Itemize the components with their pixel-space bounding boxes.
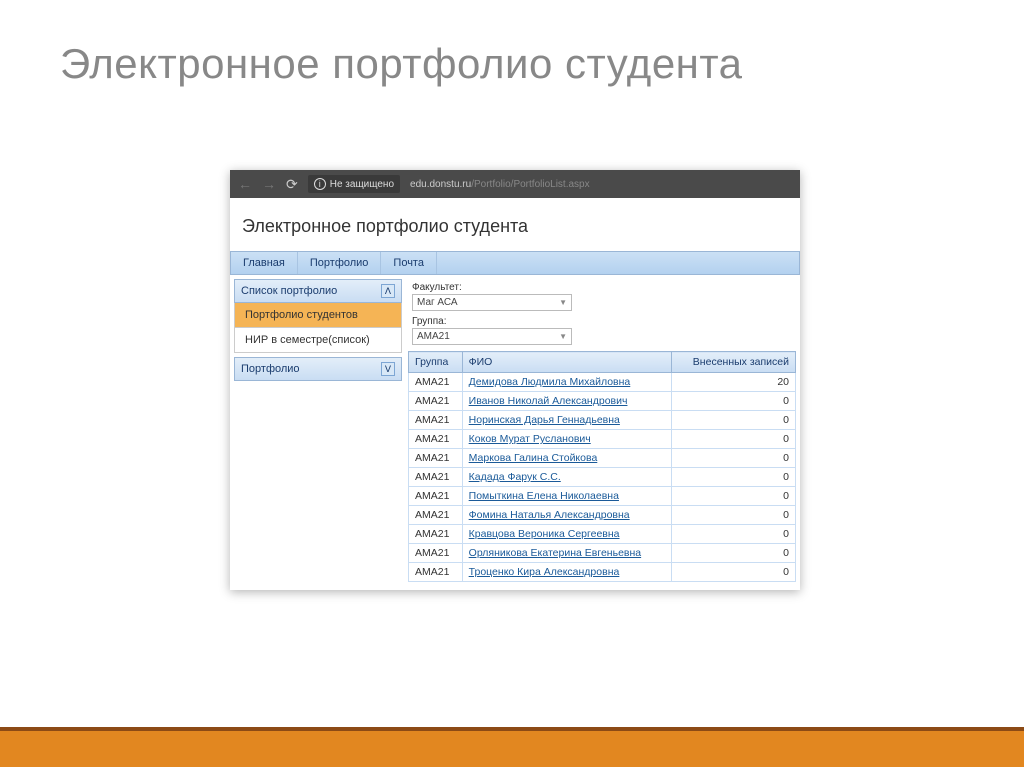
student-link[interactable]: Помыткина Елена Николаевна xyxy=(469,490,619,502)
student-link[interactable]: Норинская Дарья Геннадьевна xyxy=(469,414,620,426)
faculty-label: Факультет: xyxy=(412,282,462,293)
menu-item-main[interactable]: Главная xyxy=(231,252,298,274)
browser-window: ← → ⟳ i Не защищено edu.donstu.ru/Portfo… xyxy=(230,170,800,590)
reload-button[interactable]: ⟳ xyxy=(286,176,298,193)
cell-fio: Кравцова Вероника Сергеевна xyxy=(462,525,672,544)
content-area: Список портфолио ᐱ Портфолио студентов Н… xyxy=(230,275,800,590)
student-link[interactable]: Демидова Людмила Михайловна xyxy=(469,376,631,388)
cell-count: 0 xyxy=(672,506,796,525)
table-row: АМА21 Помыткина Елена Николаевна 0 xyxy=(409,487,796,506)
sidebar-section-label: Список портфолио xyxy=(241,285,337,297)
cell-fio: Коков Мурат Русланович xyxy=(462,430,672,449)
security-badge[interactable]: i Не защищено xyxy=(308,175,400,193)
faculty-select[interactable]: Маг АСА ▼ xyxy=(412,294,572,311)
browser-content: Электронное портфолио студента Главная П… xyxy=(230,198,800,590)
menu-item-portfolio[interactable]: Портфолио xyxy=(298,252,382,274)
chevron-down-icon: ▼ xyxy=(559,332,567,341)
sidebar-item-student-portfolios[interactable]: Портфолио студентов xyxy=(234,303,402,328)
forward-button[interactable]: → xyxy=(262,176,276,192)
table-row: АМА21 Норинская Дарья Геннадьевна 0 xyxy=(409,411,796,430)
cell-fio: Маркова Галина Стойкова xyxy=(462,449,672,468)
table-row: АМА21 Фомина Наталья Александровна 0 xyxy=(409,506,796,525)
students-table: Группа ФИО Внесенных записей АМА21 Демидо… xyxy=(408,351,796,582)
col-fio[interactable]: ФИО xyxy=(462,352,672,373)
cell-count: 0 xyxy=(672,487,796,506)
col-group[interactable]: Группа xyxy=(409,352,463,373)
cell-count: 0 xyxy=(672,468,796,487)
student-link[interactable]: Коков Мурат Русланович xyxy=(469,433,591,445)
table-row: АМА21 Иванов Николай Александрович 0 xyxy=(409,392,796,411)
menu-item-mail[interactable]: Почта xyxy=(381,252,437,274)
cell-group: АМА21 xyxy=(409,449,463,468)
cell-group: АМА21 xyxy=(409,544,463,563)
cell-group: АМА21 xyxy=(409,392,463,411)
table-row: АМА21 Коков Мурат Русланович 0 xyxy=(409,430,796,449)
cell-group: АМА21 xyxy=(409,506,463,525)
cell-group: АМА21 xyxy=(409,487,463,506)
student-link[interactable]: Кравцова Вероника Сергеевна xyxy=(469,528,620,540)
cell-count: 0 xyxy=(672,449,796,468)
table-row: АМА21 Кравцова Вероника Сергеевна 0 xyxy=(409,525,796,544)
url-path: /Portfolio/PortfolioList.aspx xyxy=(471,179,589,190)
student-link[interactable]: Орляникова Екатерина Евгеньевна xyxy=(469,547,641,559)
cell-count: 0 xyxy=(672,392,796,411)
cell-fio: Демидова Людмила Михайловна xyxy=(462,373,672,392)
col-count[interactable]: Внесенных записей xyxy=(672,352,796,373)
table-row: АМА21 Троценко Кира Александровна 0 xyxy=(409,563,796,582)
faculty-value: Маг АСА xyxy=(417,297,458,308)
group-label: Группа: xyxy=(412,316,446,327)
group-select[interactable]: АМА21 ▼ xyxy=(412,328,572,345)
info-icon: i xyxy=(314,178,326,190)
sidebar-section-portfolio[interactable]: Портфолио ᐯ xyxy=(234,357,402,381)
cell-group: АМА21 xyxy=(409,468,463,487)
url-bar[interactable]: edu.donstu.ru/Portfolio/PortfolioList.as… xyxy=(410,179,590,190)
sidebar-section-label: Портфолио xyxy=(241,363,300,375)
student-link[interactable]: Фомина Наталья Александровна xyxy=(469,509,630,521)
sidebar: Список портфолио ᐱ Портфолио студентов Н… xyxy=(234,279,402,381)
cell-group: АМА21 xyxy=(409,563,463,582)
faculty-filter: Факультет: Маг АСА ▼ xyxy=(408,279,796,313)
main-panel: Факультет: Маг АСА ▼ Группа: АМА21 ▼ xyxy=(408,279,796,582)
table-row: АМА21 Кадада Фарук С.С. 0 xyxy=(409,468,796,487)
student-link[interactable]: Иванов Николай Александрович xyxy=(469,395,628,407)
collapse-icon[interactable]: ᐱ xyxy=(381,284,395,298)
cell-group: АМА21 xyxy=(409,525,463,544)
cell-count: 0 xyxy=(672,411,796,430)
slide-title: Электронное портфолио студента xyxy=(0,0,1024,108)
cell-count: 0 xyxy=(672,430,796,449)
cell-fio: Норинская Дарья Геннадьевна xyxy=(462,411,672,430)
table-row: АМА21 Орляникова Екатерина Евгеньевна 0 xyxy=(409,544,796,563)
page-title: Электронное портфолио студента xyxy=(230,210,800,251)
chevron-down-icon: ▼ xyxy=(559,298,567,307)
sidebar-section-portfolio-list[interactable]: Список портфолио ᐱ xyxy=(234,279,402,303)
student-link[interactable]: Кадада Фарук С.С. xyxy=(469,471,561,483)
cell-fio: Кадада Фарук С.С. xyxy=(462,468,672,487)
security-label: Не защищено xyxy=(330,179,394,190)
slide-footer-band xyxy=(0,731,1024,767)
back-button[interactable]: ← xyxy=(238,176,252,192)
cell-count: 0 xyxy=(672,525,796,544)
cell-count: 0 xyxy=(672,563,796,582)
cell-group: АМА21 xyxy=(409,411,463,430)
group-filter: Группа: АМА21 ▼ xyxy=(408,313,796,347)
url-host: edu.donstu.ru xyxy=(410,179,471,190)
student-link[interactable]: Троценко Кира Александровна xyxy=(469,566,620,578)
cell-fio: Иванов Николай Александрович xyxy=(462,392,672,411)
chrome-toolbar: ← → ⟳ i Не защищено edu.donstu.ru/Portfo… xyxy=(230,170,800,198)
table-row: АМА21 Маркова Галина Стойкова 0 xyxy=(409,449,796,468)
expand-icon[interactable]: ᐯ xyxy=(381,362,395,376)
cell-count: 20 xyxy=(672,373,796,392)
cell-fio: Троценко Кира Александровна xyxy=(462,563,672,582)
group-value: АМА21 xyxy=(417,331,450,342)
table-row: АМА21 Демидова Людмила Михайловна 20 xyxy=(409,373,796,392)
cell-fio: Помыткина Елена Николаевна xyxy=(462,487,672,506)
cell-group: АМА21 xyxy=(409,373,463,392)
cell-fio: Фомина Наталья Александровна xyxy=(462,506,672,525)
sidebar-item-nir[interactable]: НИР в семестре(список) xyxy=(234,328,402,353)
student-link[interactable]: Маркова Галина Стойкова xyxy=(469,452,598,464)
cell-group: АМА21 xyxy=(409,430,463,449)
cell-count: 0 xyxy=(672,544,796,563)
menu-bar: Главная Портфолио Почта xyxy=(230,251,800,275)
cell-fio: Орляникова Екатерина Евгеньевна xyxy=(462,544,672,563)
